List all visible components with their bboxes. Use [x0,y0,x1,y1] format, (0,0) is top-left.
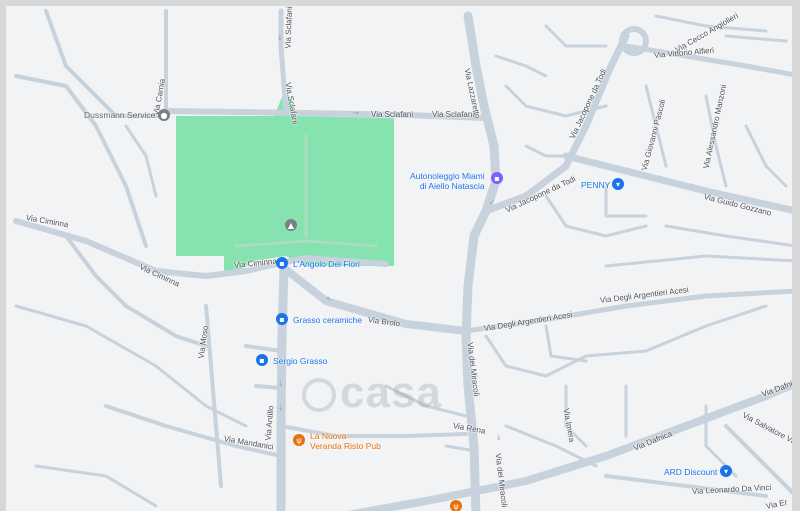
one-way-arrow-icon: ↓ [496,434,502,442]
poi-label-autonoleggio-line2: di Aiello Natascia [419,181,485,191]
poi-label-penny[interactable]: PENNY [581,180,610,190]
map-roads-layer [13,8,792,511]
shopping-cart-icon[interactable]: ▾ [720,465,732,477]
poi-label-veranda-line2: Veranda Risto Pub [310,441,381,451]
shopping-bag-icon[interactable]: ▪ [276,257,288,269]
park-place-icon[interactable]: ▲ [285,219,297,231]
poi-label-autonoleggio-line1: Autonoleggio Miami [410,171,485,181]
shopping-bag-icon[interactable]: ▪ [256,354,268,366]
one-way-arrow-icon: ↓ [278,380,284,388]
place-pin-icon[interactable]: ● [158,109,170,121]
street-label-via-sclafani-3: Via Sclafani [432,110,475,119]
one-way-arrow-icon: → [353,109,359,117]
poi-label-angolo[interactable]: L'Angolo Dei Fiori [293,259,360,269]
poi-label-grasso-ceramiche[interactable]: Grasso ceramiche [293,315,362,325]
poi-label-sergio[interactable]: Sergio Grasso [273,356,327,366]
poi-label-veranda-line1: La Nuova [310,431,347,441]
poi-label-ard[interactable]: ARD Discount [664,467,717,477]
watermark-text: casa [340,368,442,417]
poi-label-dussmann[interactable]: Dussmann Service [84,110,155,120]
restaurant-icon[interactable]: ψ [293,434,305,446]
one-way-arrow-icon: ↖ [326,295,332,303]
restaurant-icon[interactable]: ψ [450,500,462,511]
shopping-bag-icon[interactable]: ▪ [276,313,288,325]
one-way-arrow-icon: ↓ [277,34,283,42]
poi-label-autonoleggio[interactable]: Autonoleggio Miami di Aiello Natascia [410,171,485,191]
car-rental-icon[interactable]: ▪ [491,172,503,184]
one-way-arrow-icon: ↓ [278,404,284,412]
map-view[interactable]: casa Via Carnia Via Sclafani Via Sclafan… [0,0,800,511]
street-label-via-sclafani-2: Via Sclafani [371,110,414,119]
one-way-arrow-icon: ↙ [489,198,495,206]
street-label-via-sclafani-v: Via Sclafani [283,6,294,49]
shopping-cart-icon[interactable]: ▾ [612,178,624,190]
poi-label-veranda[interactable]: La Nuova Veranda Risto Pub [310,431,381,451]
